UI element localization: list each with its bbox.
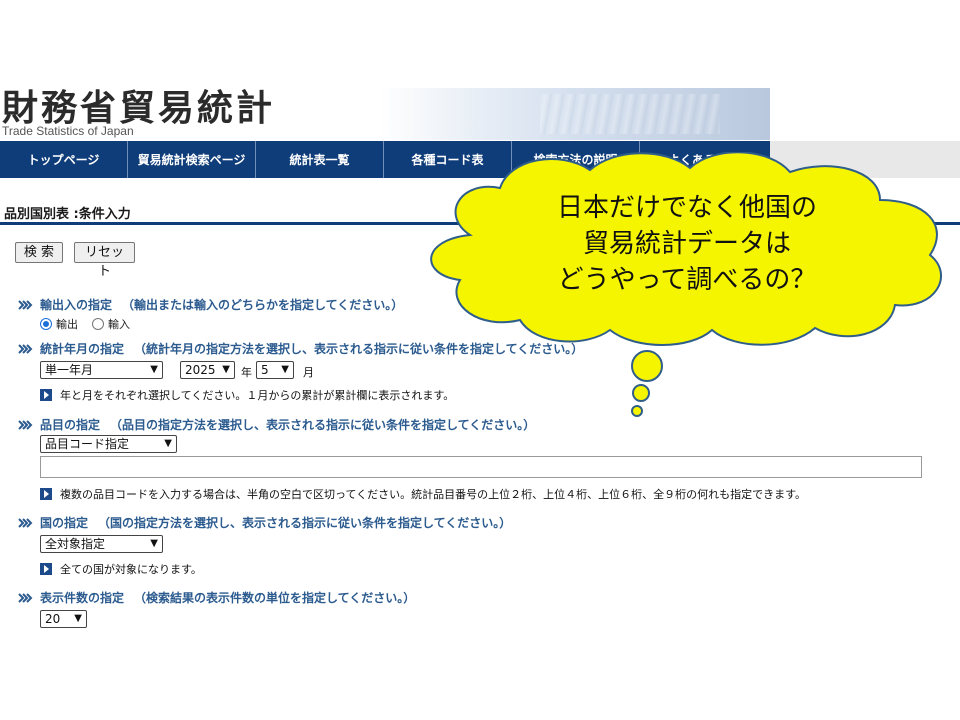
banner-background: [380, 88, 770, 140]
trade-type-heading: 輸出入の指定 （輸出または輸入のどちらかを指定してください。）: [18, 296, 403, 313]
display-count-value: 20: [45, 612, 61, 626]
display-count-select[interactable]: 20 ▼: [40, 610, 87, 628]
month-select[interactable]: 5 ▼: [256, 361, 294, 379]
nav-trade-search[interactable]: 貿易統計検索ページ: [128, 141, 256, 178]
double-chevron-icon: [18, 343, 34, 354]
arrow-bullet-icon: [40, 488, 52, 500]
chevron-down-icon: ▼: [222, 364, 230, 375]
period-label: 統計年月の指定: [40, 342, 125, 356]
year-value: 2025: [185, 363, 216, 377]
double-chevron-icon: [18, 419, 34, 430]
nav-top-page[interactable]: トップページ: [0, 141, 128, 178]
thought-bubble-large: [631, 350, 663, 382]
commodity-hint-text: 複数の品目コードを入力する場合は、半角の空白で区切ってください。統計品目番号の上…: [60, 488, 807, 501]
trade-type-label: 輸出入の指定: [40, 298, 113, 312]
chevron-down-icon: ▼: [150, 364, 158, 375]
commodity-code-input[interactable]: [40, 456, 922, 478]
callout-line-2: 貿易統計データは: [582, 229, 791, 259]
import-radio-label: 輸入: [108, 318, 130, 331]
display-count-heading: 表示件数の指定 （検索結果の表示件数の単位を指定してください。）: [18, 589, 415, 606]
display-count-note: （検索結果の表示件数の単位を指定してください。）: [134, 591, 416, 605]
chevron-down-icon: ▼: [74, 613, 82, 624]
chevron-down-icon: ▼: [281, 364, 289, 375]
country-heading: 国の指定 （国の指定方法を選択し、表示される指示に従い条件を指定してください。）: [18, 514, 511, 531]
commodity-label: 品目の指定: [40, 418, 101, 432]
display-count-label: 表示件数の指定: [40, 591, 125, 605]
arrow-bullet-icon: [40, 563, 52, 575]
commodity-hint: 複数の品目コードを入力する場合は、半角の空白で区切ってください。統計品目番号の上…: [40, 486, 806, 502]
commodity-method-value: 品目コード指定: [45, 437, 130, 451]
country-label: 国の指定: [40, 516, 89, 530]
import-radio[interactable]: [92, 318, 104, 330]
callout-line-3: どうやって調べるの？: [557, 265, 817, 295]
period-method-value: 単一年月: [45, 363, 94, 377]
site-title: 財務省貿易統計: [2, 88, 276, 129]
country-method-select[interactable]: 全対象指定 ▼: [40, 535, 163, 553]
chevron-down-icon: ▼: [164, 438, 172, 449]
country-note: （国の指定方法を選択し、表示される指示に従い条件を指定してください。）: [98, 516, 512, 530]
double-chevron-icon: [18, 592, 34, 603]
chevron-down-icon: ▼: [150, 538, 158, 549]
year-select[interactable]: 2025 ▼: [180, 361, 235, 379]
country-method-value: 全対象指定: [45, 537, 106, 551]
site-banner: 財務省貿易統計 Trade Statistics of Japan: [0, 88, 770, 140]
callout-text: 日本だけでなく他国の 貿易統計データは どうやって調べるの？: [452, 190, 922, 298]
commodity-method-select[interactable]: 品目コード指定 ▼: [40, 435, 177, 453]
search-button[interactable]: 検 索: [15, 242, 63, 263]
month-value: 5: [261, 363, 269, 377]
trade-type-note: （輸出または輸入のどちらかを指定してください。）: [122, 298, 404, 312]
thought-bubble-small: [631, 405, 643, 417]
page-title: 品別国別表 :条件入力: [4, 207, 131, 222]
callout-line-1: 日本だけでなく他国の: [556, 193, 817, 223]
double-chevron-icon: [18, 299, 34, 310]
country-hint: 全ての国が対象になります。: [40, 561, 202, 577]
country-hint-text: 全ての国が対象になります。: [60, 563, 202, 576]
period-hint: 年と月をそれぞれ選択してください。１月からの累計が累計欄に表示されます。: [40, 387, 454, 403]
export-radio-label: 輸出: [56, 318, 78, 331]
period-hint-text: 年と月をそれぞれ選択してください。１月からの累計が累計欄に表示されます。: [60, 389, 455, 402]
nav-statistics-list[interactable]: 統計表一覧: [256, 141, 384, 178]
reset-button[interactable]: リセット: [74, 242, 135, 279]
month-label: 月: [303, 366, 314, 379]
double-chevron-icon: [18, 517, 34, 528]
site-subtitle: Trade Statistics of Japan: [2, 124, 134, 138]
thought-bubble-medium: [632, 384, 650, 402]
year-label: 年: [241, 366, 252, 379]
export-radio[interactable]: [40, 318, 52, 330]
arrow-bullet-icon: [40, 389, 52, 401]
trade-type-radio-group: 輸出 輸入: [40, 316, 130, 332]
period-method-select[interactable]: 単一年月 ▼: [40, 361, 163, 379]
